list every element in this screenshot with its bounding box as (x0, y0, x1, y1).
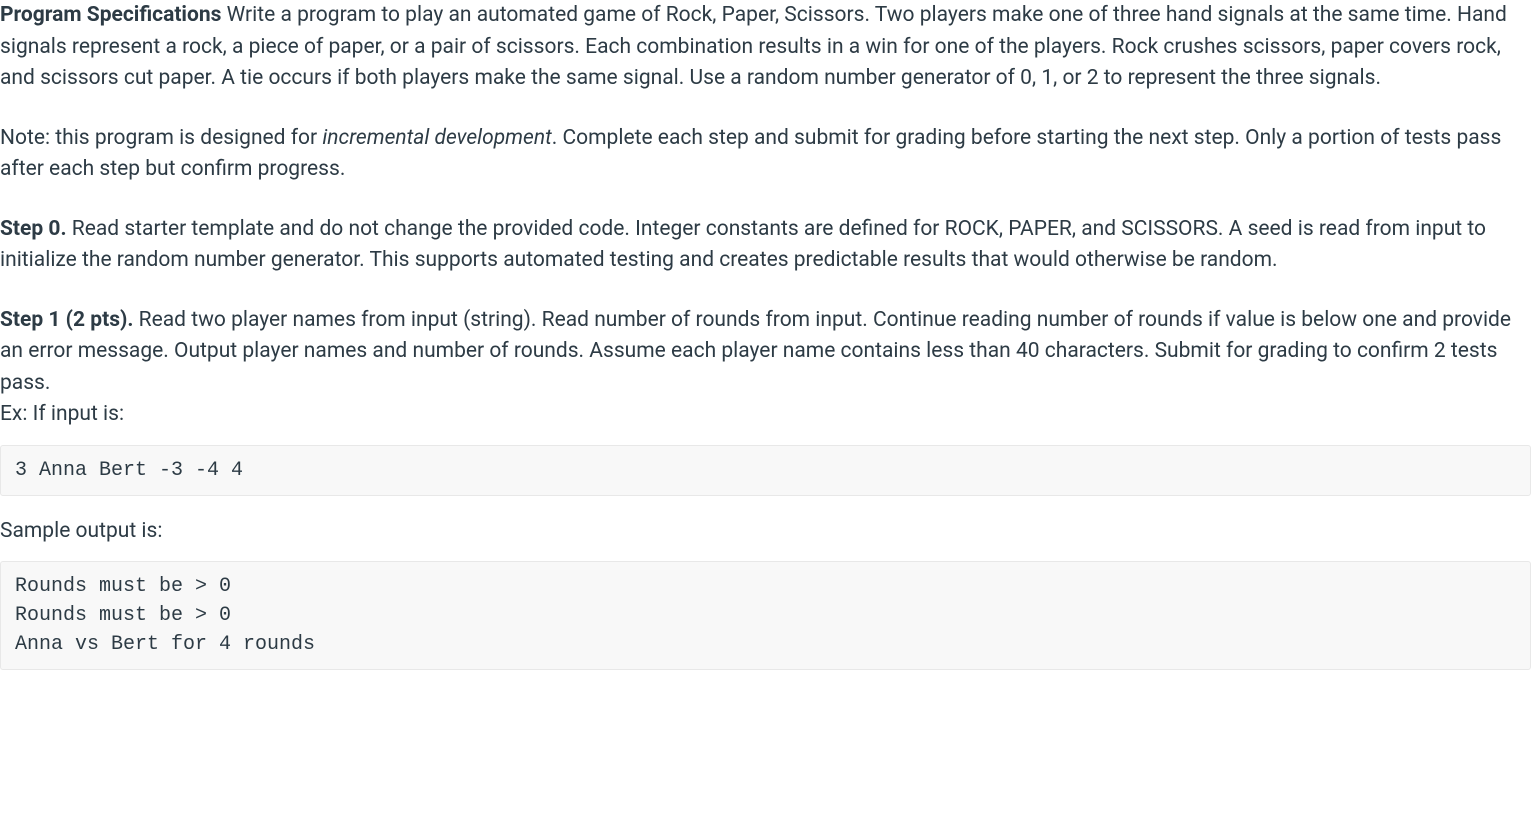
note-italic: incremental development (322, 126, 551, 150)
program-specifications-paragraph: Program Specifications Write a program t… (0, 0, 1531, 95)
note-paragraph: Note: this program is designed for incre… (0, 123, 1531, 186)
example-input-label: Ex: If input is: (0, 402, 124, 426)
step-1-paragraph: Step 1 (2 pts). Read two player names fr… (0, 305, 1531, 431)
example-input-code: 3 Anna Bert -3 -4 4 (0, 445, 1531, 496)
program-specifications-heading: Program Specifications (0, 3, 221, 27)
step-0-paragraph: Step 0. Read starter template and do not… (0, 214, 1531, 277)
step-1-label: Step 1 (2 pts). (0, 308, 133, 332)
sample-output-code: Rounds must be > 0 Rounds must be > 0 An… (0, 561, 1531, 670)
step-0-label: Step 0. (0, 217, 67, 241)
program-specifications-text: Write a program to play an automated gam… (0, 3, 1507, 90)
step-0-text: Read starter template and do not change … (0, 217, 1486, 273)
document-content: Program Specifications Write a program t… (0, 0, 1531, 670)
step-1-text: Read two player names from input (string… (0, 308, 1511, 395)
note-prefix: Note: this program is designed for (0, 126, 322, 150)
sample-output-label: Sample output is: (0, 516, 1531, 548)
